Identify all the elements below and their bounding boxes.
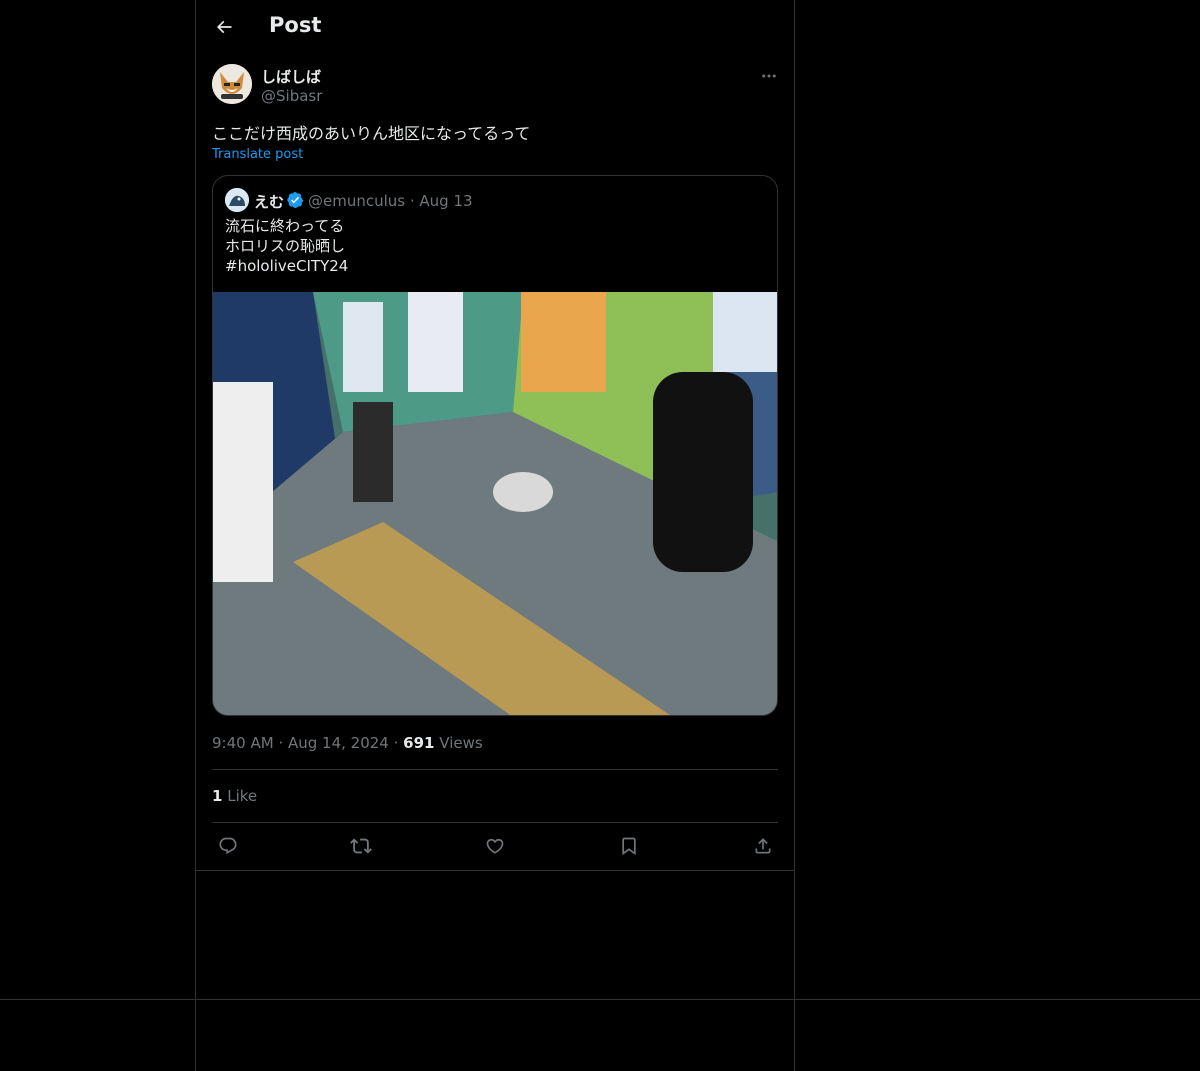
reply-button[interactable]: [212, 830, 244, 862]
page-title: Post: [269, 13, 322, 37]
repost-icon: [350, 838, 372, 854]
more-button[interactable]: [757, 64, 781, 88]
primary-column: Post しばしば @Sibasr ここだけ西成のあいりん地区になってるって T…: [195, 0, 795, 1071]
post-actions: [212, 830, 778, 862]
like-button[interactable]: [479, 830, 511, 862]
quote-text-line: 流石に終わってる: [225, 217, 345, 235]
share-icon: [755, 838, 771, 854]
repost-button[interactable]: [345, 830, 377, 862]
quote-media-photo[interactable]: [213, 292, 777, 715]
post-meta: 9:40 AM · Aug 14, 2024 · 691 Views: [212, 734, 483, 752]
quote-hashtag[interactable]: #hololiveCITY24: [225, 256, 348, 276]
quote-avatar-image: [225, 188, 249, 212]
meta-separator: ·: [278, 734, 288, 752]
divider: [212, 822, 778, 823]
photo-image: [213, 292, 777, 715]
author-handle[interactable]: @Sibasr: [261, 87, 322, 105]
bookmark-button[interactable]: [613, 830, 645, 862]
quote-text: 流石に終わってる ホロリスの恥晒し #hololiveCITY24: [225, 216, 348, 276]
verified-badge-icon: [287, 191, 304, 209]
author-avatar[interactable]: [212, 64, 252, 104]
quote-author-name[interactable]: えむ: [254, 191, 284, 212]
likes-count-link[interactable]: 1 Like: [212, 787, 257, 805]
likes-count: 1: [212, 787, 223, 805]
quote-handle-date[interactable]: @emunculus · Aug 13: [308, 192, 473, 210]
page: Post しばしば @Sibasr ここだけ西成のあいりん地区になってるって T…: [0, 0, 1200, 1071]
translate-post-link[interactable]: Translate post: [212, 147, 303, 162]
views-count: 691: [403, 734, 435, 752]
author-name[interactable]: しばしば: [261, 66, 321, 87]
more-icon: [762, 74, 776, 78]
share-button[interactable]: [747, 830, 779, 862]
bottom-divider: [0, 999, 1200, 1000]
reply-icon: [219, 837, 237, 855]
back-button[interactable]: [208, 11, 240, 43]
post-text: ここだけ西成のあいりん地区になってるって: [212, 124, 531, 143]
post-end-divider: [196, 870, 794, 871]
views-label: Views: [439, 734, 483, 752]
quote-text-line: ホロリスの恥晒し: [225, 237, 346, 255]
fox-avatar-image: [212, 64, 252, 104]
post-date[interactable]: Aug 14, 2024: [288, 734, 389, 752]
quoted-post[interactable]: えむ @emunculus · Aug 13 流石に終わってる ホロリスの恥晒し…: [212, 175, 778, 716]
meta-separator: ·: [393, 734, 404, 752]
likes-label: Like: [227, 787, 258, 805]
bookmark-icon: [622, 837, 636, 856]
divider: [212, 769, 778, 770]
post-header: Post: [196, 0, 794, 54]
quote-author-avatar[interactable]: [225, 188, 249, 212]
post-time[interactable]: 9:40 AM: [212, 734, 274, 752]
back-arrow-icon: [216, 20, 232, 34]
like-icon: [486, 838, 504, 854]
